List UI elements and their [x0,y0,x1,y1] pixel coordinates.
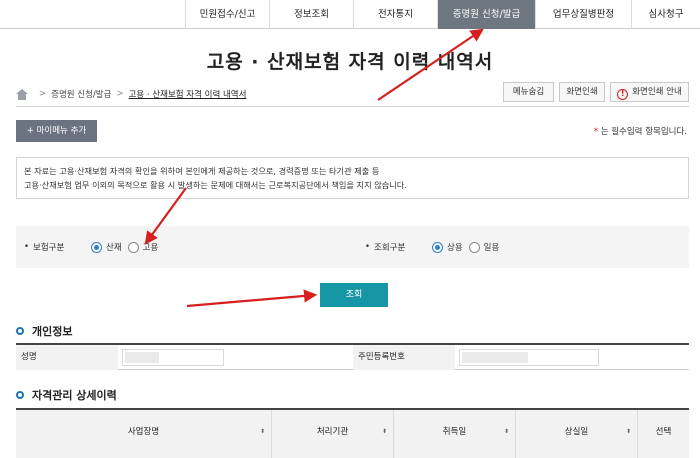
breadcrumb-separator: > [39,89,47,99]
required-star: * [593,127,598,137]
print-guide-label: 화면인쇄 안내 [632,87,682,97]
notice-line: 고용·산재보험 업무 이외의 목적으로 활용 시 발생하는 문제에 대해서는 근… [24,180,407,190]
column-header-label: 선택 [655,427,672,437]
arrow-to-search-button [186,289,318,308]
column-header-workplace[interactable]: 사업장명 ⬍ [16,410,272,458]
radio-sangyong-label: 상용 [447,243,463,253]
breadcrumb-item-certificate[interactable]: 증명원 신청/발급 [51,88,111,100]
name-label: 성명 [16,345,118,370]
rrn-label: 주민등록번호 [353,345,455,370]
masked-value [462,352,528,363]
rrn-value [459,349,599,366]
bullet-icon: • [24,242,30,252]
radio-sanjae[interactable]: 산재 [91,241,122,253]
sort-icon[interactable]: ⬍ [504,410,509,454]
insurance-type-row: • 보험구분 산재 고용 [24,226,164,268]
personal-info-heading: 개인정보 [16,323,72,339]
name-value [122,349,224,366]
radio-unselected-icon[interactable] [468,241,480,253]
nav-item-certificate-issue[interactable]: 증명원 신청/발급 [437,0,535,29]
notice-box: 본 자료는 고용·산재보험 자격의 확인을 위하여 본인에게 제공하는 것으로,… [16,157,689,199]
column-header-agency[interactable]: 처리기관 ⬍ [272,410,394,458]
radio-goyong[interactable]: 고용 [127,241,159,253]
column-header-label: 취득일 [442,427,467,437]
history-heading: 자격관리 상세이력 [16,387,117,403]
bullet-icon: • [365,242,371,252]
personal-info-title: 개인정보 [32,325,73,338]
column-header-select: 선택 [638,410,689,458]
history-title: 자격관리 상세이력 [32,389,117,402]
alert-icon: ! [617,89,629,100]
radio-selected-icon[interactable] [432,241,444,253]
nav-item-info-lookup[interactable]: 정보조회 [269,0,353,29]
section-bullet-icon [16,391,24,399]
column-header-lost[interactable]: 상실일 ⬍ [516,410,638,458]
print-guide-button[interactable]: ! 화면인쇄 안내 [610,82,689,102]
home-icon[interactable] [16,88,28,100]
notice-line: 본 자료는 고용·산재보험 자격의 확인을 위하여 본인에게 제공하는 것으로,… [24,166,380,176]
print-screen-button[interactable]: 화면인쇄 [559,82,605,102]
section-bullet-icon [16,327,24,335]
column-header-label: 처리기관 [316,427,349,437]
column-header-label: 상실일 [564,427,589,437]
nav-item-e-notice[interactable]: 전자통지 [353,0,437,29]
breadcrumb-item-current[interactable]: 고용 · 산재보험 자격 이력 내역서 [129,88,247,100]
nav-item-complaint-filing[interactable]: 민원접수/신고 [185,0,269,29]
required-note: * 는 필수입력 항목입니다. [594,125,687,137]
radio-unselected-icon[interactable] [127,241,139,253]
breadcrumb: > 증명원 신청/발급 > 고용 · 산재보험 자격 이력 내역서 [16,87,246,101]
query-type-row: • 조회구분 상용 일용 [365,226,505,268]
sort-icon[interactable]: ⬍ [626,410,631,454]
radio-selected-icon[interactable] [91,241,103,253]
radio-sangyong[interactable]: 상용 [432,241,463,253]
page-title: 고용 · 산재보험 자격 이력 내역서 [206,51,494,73]
header-divider [16,106,689,107]
nav-item-appeal[interactable]: 심사청구 [631,0,700,29]
sort-icon[interactable]: ⬍ [260,410,265,454]
query-type-label: 조회구분 [374,243,406,253]
column-header-acquired[interactable]: 취득일 ⬍ [394,410,516,458]
search-button[interactable]: 조회 [320,283,388,307]
nav-item-occupational-disease[interactable]: 업무상질병판정 [535,0,631,29]
top-navigation: 민원접수/신고 정보조회 전자통지 증명원 신청/발급 업무상질병판정 심사청구 [0,0,700,29]
insurance-type-label: 보험구분 [33,243,65,253]
radio-sanjae-label: 산재 [106,243,122,253]
column-header-label: 사업장명 [127,427,160,437]
radio-goyong-label: 고용 [142,243,159,253]
radio-ilyong[interactable]: 일용 [468,241,500,253]
history-table-header: 사업장명 ⬍ 처리기관 ⬍ 취득일 ⬍ 상실일 ⬍ 선택 [16,408,689,458]
sort-icon[interactable]: ⬍ [382,410,387,454]
add-my-menu-button[interactable]: + 마이메뉴 추가 [16,120,97,142]
search-conditions: • 보험구분 산재 고용 • 조회구분 상용 일용 [16,226,689,268]
hide-menu-button[interactable]: 메뉴숨김 [503,82,554,102]
masked-value [125,352,159,363]
radio-ilyong-label: 일용 [483,243,500,253]
breadcrumb-separator: > [116,89,124,99]
personal-info-table: 성명 주민등록번호 [16,343,689,370]
required-note-text: 는 필수입력 항목입니다. [600,127,687,137]
